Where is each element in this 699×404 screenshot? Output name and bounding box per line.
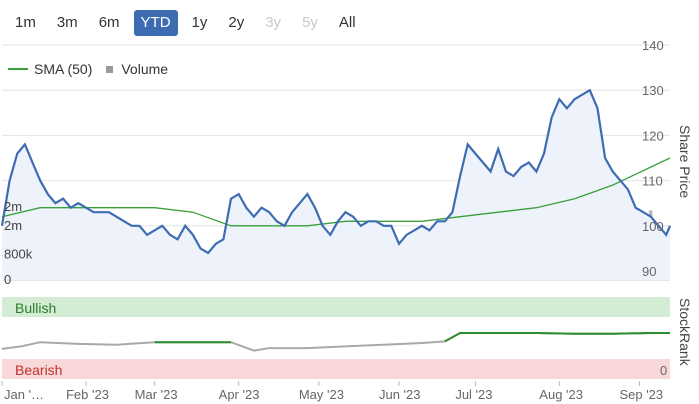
- date-axis: Jan '… Feb '23 Mar '23 Apr '23 May '23 Jun '2…: [1, 381, 663, 402]
- date-tick-label: Apr '23: [219, 387, 260, 402]
- date-tick-label: Jan '…: [4, 387, 44, 402]
- volume-tick-label: 0: [4, 272, 11, 287]
- bearish-band: [2, 359, 670, 379]
- price-tick-label: 130: [642, 83, 664, 98]
- volume-tick-label: 800k: [4, 247, 33, 262]
- bullish-label: Bullish: [15, 300, 56, 316]
- price-tick-label: 140: [642, 38, 664, 53]
- stockrank-min-label: 0: [660, 363, 667, 378]
- stock-chart: 140 130 120 110 100 90 2m 2m 800k 0 Jan '… Feb '2…: [0, 38, 693, 402]
- price-tick-label: 110: [642, 174, 663, 189]
- date-tick-label: May '23: [299, 387, 344, 402]
- stockrank-bullish-segment: [154, 332, 670, 344]
- date-tick-label: Sep '23: [619, 387, 663, 402]
- price-tick-label: 100: [642, 219, 664, 234]
- stockrank-line: [1, 332, 670, 352]
- date-tick-label: Jul '23: [455, 387, 492, 402]
- date-tick-label: Mar '23: [135, 387, 178, 402]
- bullish-band: [2, 297, 670, 317]
- price-area: [2, 90, 670, 280]
- price-tick-label: 120: [642, 128, 664, 143]
- share-price-axis-title: Share Price: [677, 125, 693, 198]
- volume-tick-label: 2m: [4, 199, 22, 214]
- volume-tick-label: 2m: [4, 218, 22, 233]
- date-tick-label: Feb '23: [66, 387, 109, 402]
- stockrank-axis-title: StockRank: [677, 298, 693, 367]
- date-tick-label: Jun '23: [379, 387, 421, 402]
- date-tick-label: Aug '23: [539, 387, 583, 402]
- bearish-label: Bearish: [15, 362, 62, 378]
- price-tick-label: 90: [642, 264, 656, 279]
